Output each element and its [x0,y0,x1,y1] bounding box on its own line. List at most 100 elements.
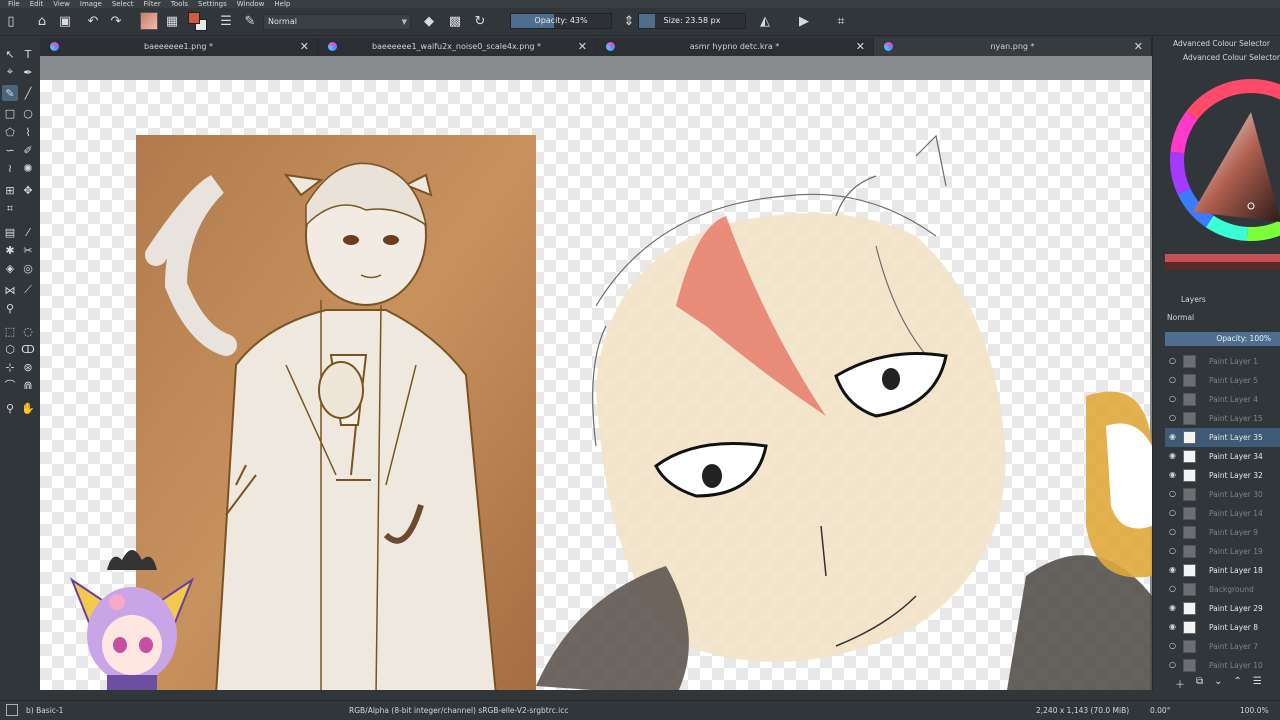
eye-icon[interactable]: ◉ [1169,603,1176,612]
new-document-icon[interactable]: ▯ [2,12,20,30]
close-icon[interactable]: ✕ [578,40,587,53]
layer-row[interactable]: ○ Paint Layer 19 [1165,542,1280,561]
fill-tool-icon[interactable]: ◈ [2,260,18,276]
measure-tool-icon[interactable]: ⟋ [20,282,36,298]
save-icon[interactable]: ▣ [56,12,74,30]
layers-docker-title[interactable]: Layers [1181,295,1206,304]
layer-row[interactable]: ◉ Paint Layer 29 [1165,599,1280,618]
menu-item-view[interactable]: View [53,0,70,8]
canvas[interactable] [40,56,1152,690]
layer-row[interactable]: ◉ Paint Layer 34 [1165,447,1280,466]
eye-closed-icon[interactable]: ○ [1169,508,1176,517]
eye-closed-icon[interactable]: ○ [1169,546,1176,555]
document-tab[interactable]: asmr hypno detc.kra * ✕ [596,38,874,56]
reload-icon[interactable]: ↻ [471,12,489,30]
select-shapes-icon[interactable]: ↖ [2,46,18,62]
close-icon[interactable]: ✕ [1134,40,1143,53]
layer-row[interactable]: ○ Paint Layer 5 [1165,371,1280,390]
open-icon[interactable]: ⌂ [33,12,51,30]
document-tab[interactable]: baeeeeee1_waifu2x_noise0_scale4x.png * ✕ [318,38,596,56]
menu-item-settings[interactable]: Settings [198,0,227,8]
text-tool-icon[interactable]: T [20,46,36,62]
magnetic-select-icon[interactable]: ⋒ [20,377,36,393]
eye-closed-icon[interactable]: ○ [1169,660,1176,669]
eye-icon[interactable]: ◉ [1169,565,1176,574]
layer-opacity-slider[interactable]: Opacity: 100% [1165,332,1280,346]
eye-icon[interactable]: ◉ [1169,451,1176,460]
eye-icon[interactable]: ◉ [1169,622,1176,631]
menu-item-filter[interactable]: Filter [143,0,160,8]
eye-icon[interactable]: ◉ [1169,470,1176,479]
layer-row[interactable]: ○ Background [1165,580,1280,599]
layer-row[interactable]: ○ Paint Layer 9 [1165,523,1280,542]
smart-patch-icon[interactable]: ✂ [20,242,36,258]
multibrush-icon[interactable]: ✺ [20,160,36,176]
crop-icon[interactable]: ⌗ [832,12,850,30]
color-wheel[interactable] [1163,72,1280,248]
eye-closed-icon[interactable]: ○ [1169,641,1176,650]
close-icon[interactable]: ✕ [856,40,865,53]
brush-settings-icon[interactable]: ☰ [217,12,235,30]
opacity-spin-icon[interactable]: ⇕ [620,12,638,30]
menu-item-edit[interactable]: Edit [30,0,44,8]
layer-row[interactable]: ○ Paint Layer 7 [1165,637,1280,656]
ellipse-tool-icon[interactable]: ○ [20,105,36,121]
dynamic-brush-icon[interactable]: ≀ [2,160,18,176]
opacity-slider[interactable]: Opacity: 43% [510,13,612,29]
transform-tool-icon[interactable]: ⊞ [2,182,18,198]
mirror-horizontal-icon[interactable]: ◭ [756,12,774,30]
eye-closed-icon[interactable]: ○ [1169,527,1176,536]
foreground-color-swatch[interactable] [188,12,200,24]
eye-closed-icon[interactable]: ○ [1169,413,1176,422]
docker-tab-title[interactable]: Advanced Colour Selector [1173,39,1270,48]
bezier-select-icon[interactable]: ⌒ [2,377,18,393]
add-layer-icon[interactable]: ＋ [1175,676,1185,691]
brush-preset-icon[interactable] [140,12,158,30]
eye-closed-icon[interactable]: ○ [1169,394,1176,403]
layer-properties-icon[interactable]: ☰ [1253,676,1262,690]
menu-item-window[interactable]: Window [237,0,265,8]
reference-tool-icon[interactable]: ⚲ [2,300,18,316]
eye-icon[interactable]: ◉ [1169,432,1176,441]
eye-closed-icon[interactable]: ○ [1169,356,1176,365]
rectangle-tool-icon[interactable]: □ [2,105,18,121]
crop-tool-icon[interactable]: ⌗ [2,201,18,217]
eye-closed-icon[interactable]: ○ [1169,375,1176,384]
layer-row[interactable]: ○ Paint Layer 15 [1165,409,1280,428]
contiguous-select-icon[interactable]: ⊹ [2,359,18,375]
freehand-brush-icon[interactable]: ✎ [2,85,18,101]
zoom-tool-icon[interactable]: ⚲ [2,400,18,416]
mirror-vertical-icon[interactable]: ▶ [795,12,813,30]
bezier-tool-icon[interactable]: ∽ [2,142,18,158]
redo-icon[interactable]: ↷ [107,12,125,30]
polygon-select-icon[interactable]: ⬡ [2,341,18,357]
polygon-tool-icon[interactable]: ⬠ [2,124,18,140]
ellipse-select-icon[interactable]: ◌ [20,323,36,339]
document-tab[interactable]: baeeeeee1.png * ✕ [40,38,318,56]
menu-item-help[interactable]: Help [274,0,290,8]
layer-row[interactable]: ◉ Paint Layer 18 [1165,561,1280,580]
menu-item-image[interactable]: Image [80,0,102,8]
calligraphy-icon[interactable]: ✒ [20,64,36,80]
layer-blend-mode[interactable]: Normal [1167,313,1194,322]
edit-shapes-icon[interactable]: ⌖ [2,64,18,80]
color-swatch[interactable] [188,12,208,32]
polyline-tool-icon[interactable]: ⌇ [20,124,36,140]
undo-icon[interactable]: ↶ [84,12,102,30]
color-picker-icon[interactable]: ⁄ [20,224,36,240]
layer-row[interactable]: ○ Paint Layer 1 [1165,352,1280,371]
eraser-icon[interactable]: ◆ [420,12,438,30]
blend-mode-select[interactable]: Normal ▼ [263,14,411,30]
layer-row[interactable]: ◉ Paint Layer 32 [1165,466,1280,485]
gradient-icon[interactable]: ▦ [163,12,181,30]
freehand-select-icon[interactable]: ↀ [20,341,36,357]
enclose-fill-icon[interactable]: ◎ [20,260,36,276]
layer-row[interactable]: ○ Paint Layer 14 [1165,504,1280,523]
layer-row[interactable]: ◉ Paint Layer 35 [1165,428,1280,447]
color-history-strip[interactable] [1165,254,1280,270]
size-slider[interactable]: Size: 23.58 px [638,13,746,29]
gradient-tool-icon[interactable]: ▤ [2,224,18,240]
rect-select-icon[interactable]: ⬚ [2,323,18,339]
assistant-tool-icon[interactable]: ⋈ [2,282,18,298]
line-tool-icon[interactable]: ╱ [20,85,36,101]
